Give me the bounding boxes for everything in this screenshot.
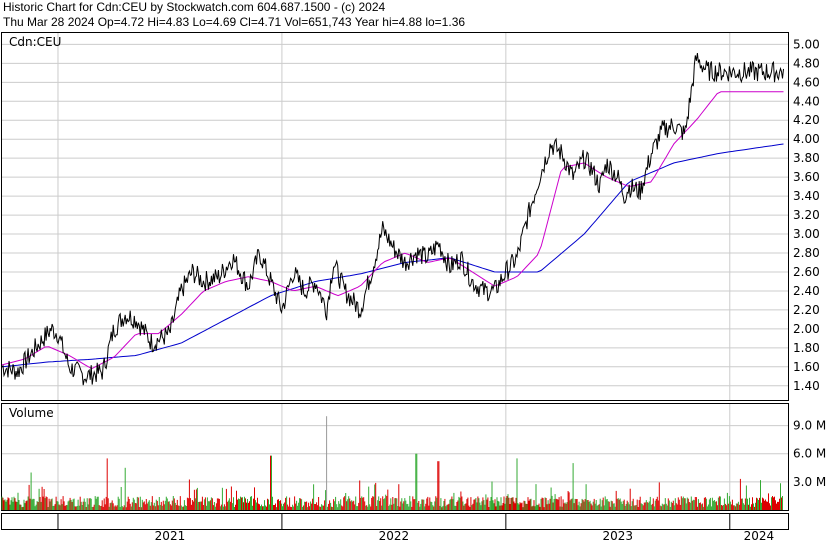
price-tick-label: 1.40 — [793, 379, 820, 393]
year-tick-label: 2023 — [603, 529, 634, 543]
volume-tick-label: 3.0 M — [793, 475, 826, 489]
price-tick-label: 2.20 — [793, 303, 820, 317]
price-tick-label: 1.60 — [793, 360, 820, 374]
volume-panel-frame — [1, 403, 789, 511]
price-axis: 1.40 1.60 1.80 2.00 2.20 2.40 2.60 2.80 3.00 3.20… — [793, 37, 820, 392]
price-panel-frame — [1, 32, 789, 401]
price-tick-label: 3.80 — [793, 151, 820, 165]
price-tick-label: 2.60 — [793, 265, 820, 279]
year-tick-label: 2022 — [379, 529, 410, 543]
gridlines — [2, 33, 788, 510]
price-tick-label: 4.80 — [793, 56, 820, 70]
price-tick-label: 4.60 — [793, 75, 820, 89]
price-tick-label: 3.60 — [793, 170, 820, 184]
volume-label: Volume — [9, 406, 54, 420]
price-tick-label: 4.40 — [793, 94, 820, 108]
price-tick-label: 2.40 — [793, 284, 820, 298]
price-tick-label: 2.00 — [793, 322, 820, 336]
price-tick-label: 3.40 — [793, 189, 820, 203]
volume-tick-label: 9.0 M — [793, 419, 826, 433]
time-axis: 2021 2022 2023 2024 — [57, 514, 775, 543]
price-tick-label: 1.80 — [793, 341, 820, 355]
symbol-label: Cdn:CEU — [9, 35, 61, 49]
year-tick-label: 2024 — [744, 529, 775, 543]
price-tick-label: 2.80 — [793, 246, 820, 260]
stock-chart: 1.40 1.60 1.80 2.00 2.20 2.40 2.60 2.80 3.00 3.20… — [1, 32, 826, 543]
price-tick-label: 3.20 — [793, 208, 820, 222]
moving-average-short-line — [1, 91, 784, 370]
price-line — [1, 53, 784, 386]
volume-bars — [1, 416, 783, 510]
price-tick-label: 5.00 — [793, 37, 820, 51]
price-tick-label: 3.00 — [793, 227, 820, 241]
volume-tick-label: 6.0 M — [793, 447, 826, 461]
price-tick-label: 4.00 — [793, 132, 820, 146]
price-tick-label: 4.20 — [793, 113, 820, 127]
volume-axis: 3.0 M 6.0 M 9.0 M — [793, 419, 826, 489]
x-axis-band — [1, 513, 789, 530]
year-tick-label: 2021 — [155, 529, 186, 543]
